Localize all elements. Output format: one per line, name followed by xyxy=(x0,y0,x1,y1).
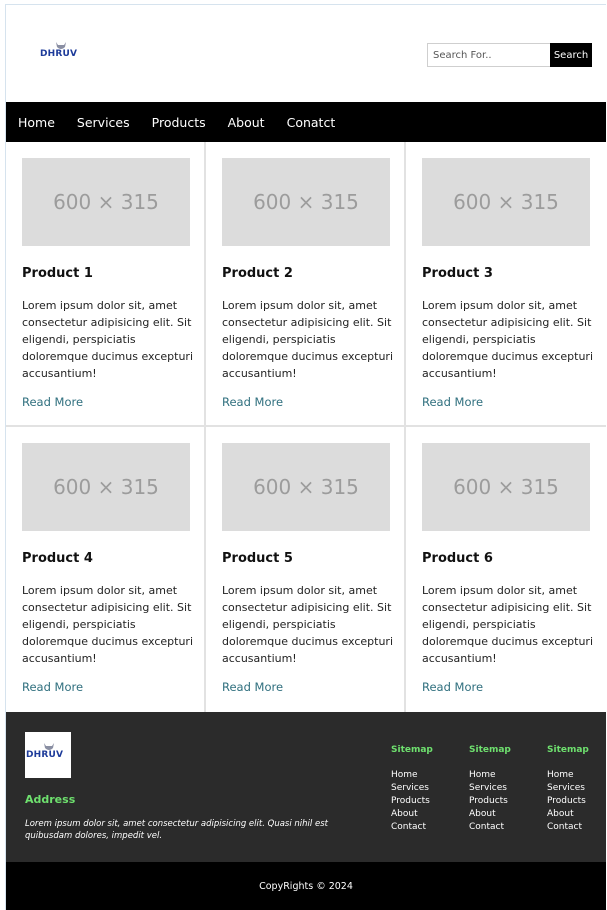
search-button[interactable]: Search xyxy=(550,43,592,67)
product-description: Lorem ipsum dolor sit, amet consectetur … xyxy=(22,299,194,380)
product-title: Product 2 xyxy=(222,266,293,281)
read-more-link[interactable]: Read More xyxy=(222,680,283,694)
search-input[interactable] xyxy=(427,43,550,67)
product-card: 600 × 315 Product 6 Lorem ipsum dolor si… xyxy=(406,427,606,712)
product-card: 600 × 315 Product 3 Lorem ipsum dolor si… xyxy=(406,142,606,427)
footer-address-title: Address xyxy=(25,793,76,806)
footer-sitemap-column: Sitemap Home Services Products About Con… xyxy=(469,745,529,834)
footer-link-products[interactable]: Products xyxy=(391,795,451,808)
footer-link-services[interactable]: Services xyxy=(469,782,529,795)
footer-link-home[interactable]: Home xyxy=(391,769,451,782)
product-card: 600 × 315 Product 1 Lorem ipsum dolor si… xyxy=(6,142,206,427)
product-card: 600 × 315 Product 4 Lorem ipsum dolor si… xyxy=(6,427,206,712)
product-title: Product 5 xyxy=(222,551,293,566)
product-image-placeholder: 600 × 315 xyxy=(22,443,190,531)
product-title: Product 1 xyxy=(22,266,93,281)
read-more-link[interactable]: Read More xyxy=(422,395,483,409)
product-image-placeholder: 600 × 315 xyxy=(422,158,590,246)
product-title: Product 4 xyxy=(22,551,93,566)
main-nav: Home Services Products About Conatct xyxy=(6,102,606,142)
nav-item-home[interactable]: Home xyxy=(18,115,55,130)
product-card: 600 × 315 Product 5 Lorem ipsum dolor si… xyxy=(206,427,406,712)
footer-column-title: Sitemap xyxy=(547,745,589,755)
footer-link-contact[interactable]: Contact xyxy=(469,821,529,834)
footer-column-title: Sitemap xyxy=(391,745,433,755)
site-footer: DHRUV Address Lorem ipsum dolor sit, ame… xyxy=(6,712,606,862)
footer-link-about[interactable]: About xyxy=(391,808,451,821)
product-grid: 600 × 315 Product 1 Lorem ipsum dolor si… xyxy=(6,142,606,712)
footer-link-products[interactable]: Products xyxy=(469,795,529,808)
footer-logo[interactable]: DHRUV xyxy=(25,732,71,778)
read-more-link[interactable]: Read More xyxy=(22,395,83,409)
product-description: Lorem ipsum dolor sit, amet consectetur … xyxy=(422,584,594,665)
read-more-link[interactable]: Read More xyxy=(222,395,283,409)
footer-column-title: Sitemap xyxy=(469,745,511,755)
footer-logo-text: DHRUV xyxy=(26,750,64,760)
product-image-placeholder: 600 × 315 xyxy=(222,158,390,246)
product-description: Lorem ipsum dolor sit, amet consectetur … xyxy=(222,299,394,380)
footer-address-text: Lorem ipsum dolor sit, amet consectetur … xyxy=(25,819,328,841)
product-image-placeholder: 600 × 315 xyxy=(422,443,590,531)
site-logo[interactable]: DHRUV xyxy=(40,41,84,63)
product-description: Lorem ipsum dolor sit, amet consectetur … xyxy=(222,584,394,665)
nav-item-contact[interactable]: Conatct xyxy=(287,115,336,130)
logo-text: DHRUV xyxy=(40,49,78,59)
page: DHRUV Search Home Services Products Abou… xyxy=(5,4,606,910)
footer-link-home[interactable]: Home xyxy=(469,769,529,782)
site-header: DHRUV Search xyxy=(6,5,606,102)
product-card: 600 × 315 Product 2 Lorem ipsum dolor si… xyxy=(206,142,406,427)
product-title: Product 6 xyxy=(422,551,493,566)
footer-sitemap-column: Sitemap Home Services Products About Con… xyxy=(391,745,451,834)
nav-item-services[interactable]: Services xyxy=(77,115,130,130)
nav-item-products[interactable]: Products xyxy=(152,115,206,130)
footer-link-contact[interactable]: Contact xyxy=(547,821,607,834)
footer-link-products[interactable]: Products xyxy=(547,795,607,808)
product-description: Lorem ipsum dolor sit, amet consectetur … xyxy=(422,299,594,380)
product-image-placeholder: 600 × 315 xyxy=(22,158,190,246)
nav-item-about[interactable]: About xyxy=(228,115,265,130)
product-title: Product 3 xyxy=(422,266,493,281)
footer-link-contact[interactable]: Contact xyxy=(391,821,451,834)
read-more-link[interactable]: Read More xyxy=(22,680,83,694)
footer-link-services[interactable]: Services xyxy=(391,782,451,795)
footer-link-home[interactable]: Home xyxy=(547,769,607,782)
read-more-link[interactable]: Read More xyxy=(422,680,483,694)
copyright-text: CopyRights © 2024 xyxy=(259,880,353,892)
copyright-bar: CopyRights © 2024 xyxy=(6,862,606,910)
search-form: Search xyxy=(427,43,592,67)
footer-link-about[interactable]: About xyxy=(547,808,607,821)
footer-link-about[interactable]: About xyxy=(469,808,529,821)
footer-sitemap-column: Sitemap Home Services Products About Con… xyxy=(547,745,607,834)
product-description: Lorem ipsum dolor sit, amet consectetur … xyxy=(22,584,194,665)
product-image-placeholder: 600 × 315 xyxy=(222,443,390,531)
footer-link-services[interactable]: Services xyxy=(547,782,607,795)
